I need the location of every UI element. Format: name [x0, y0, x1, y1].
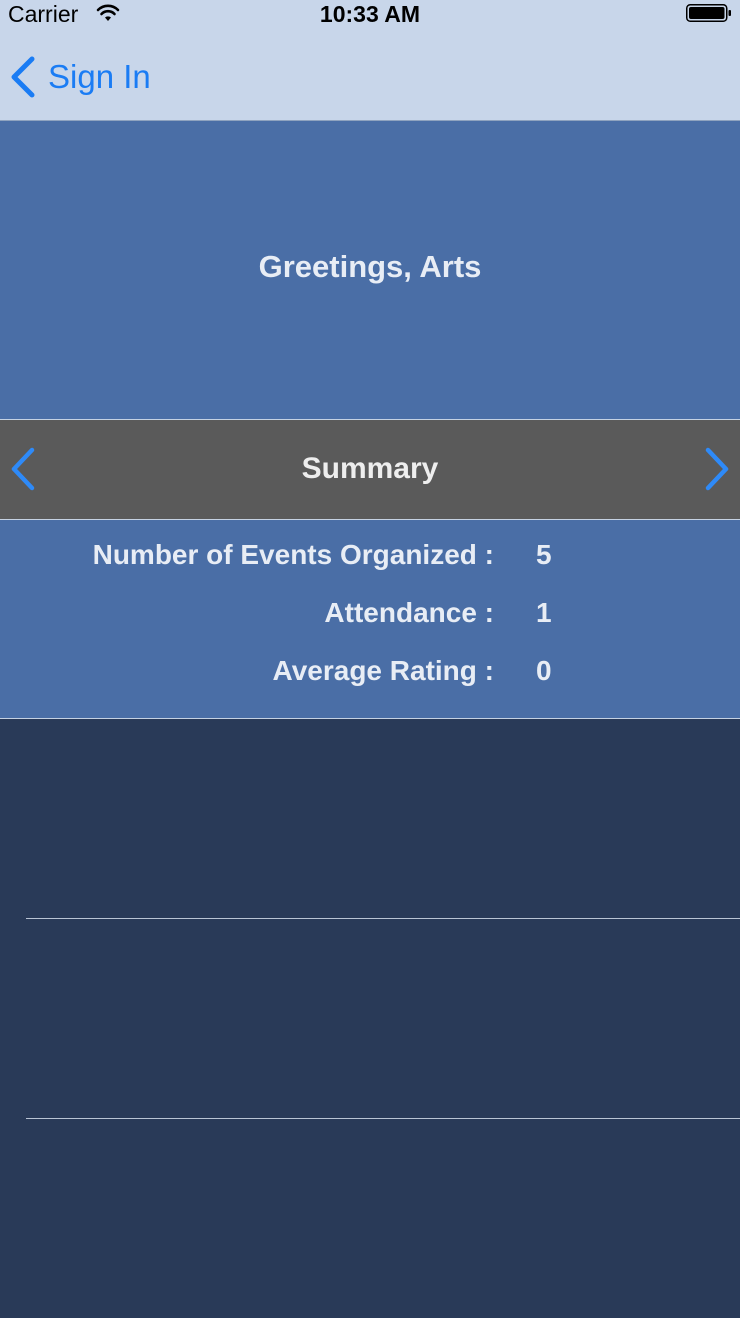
- clock: 10:33 AM: [319, 1, 421, 27]
- stat-value: 0: [536, 655, 552, 686]
- back-button[interactable]: Sign In: [8, 52, 151, 102]
- stat-value: 5: [536, 539, 552, 570]
- summary-bar: Summary: [0, 420, 740, 520]
- battery-icon: [686, 4, 731, 22]
- stat-label: Attendance :: [324, 597, 494, 628]
- navigation-bar: Sign In: [0, 40, 740, 121]
- greeting-text: Greetings, Arts: [258, 249, 482, 284]
- chevron-left-icon: [11, 56, 35, 98]
- stat-row-average-rating: Average Rating : 0: [0, 651, 740, 691]
- list-item[interactable]: [0, 1119, 740, 1318]
- events-list[interactable]: [0, 719, 740, 1318]
- list-item[interactable]: [0, 719, 740, 919]
- stat-label: Average Rating :: [272, 655, 494, 686]
- status-bar: Carrier 10:33 AM: [0, 0, 740, 40]
- stat-label: Number of Events Organized :: [92, 539, 494, 570]
- greeting-panel: Greetings, Arts: [0, 121, 740, 420]
- summary-title: Summary: [301, 452, 439, 485]
- stat-row-attendance: Attendance : 1: [0, 593, 740, 633]
- list-item[interactable]: [0, 919, 740, 1119]
- stats-panel: Number of Events Organized : 5 Attendanc…: [0, 520, 740, 719]
- stat-row-events-organized: Number of Events Organized : 5: [0, 535, 740, 575]
- back-button-label: Sign In: [48, 58, 151, 95]
- next-page-chevron-icon[interactable]: [702, 446, 732, 492]
- stat-value: 1: [536, 597, 552, 628]
